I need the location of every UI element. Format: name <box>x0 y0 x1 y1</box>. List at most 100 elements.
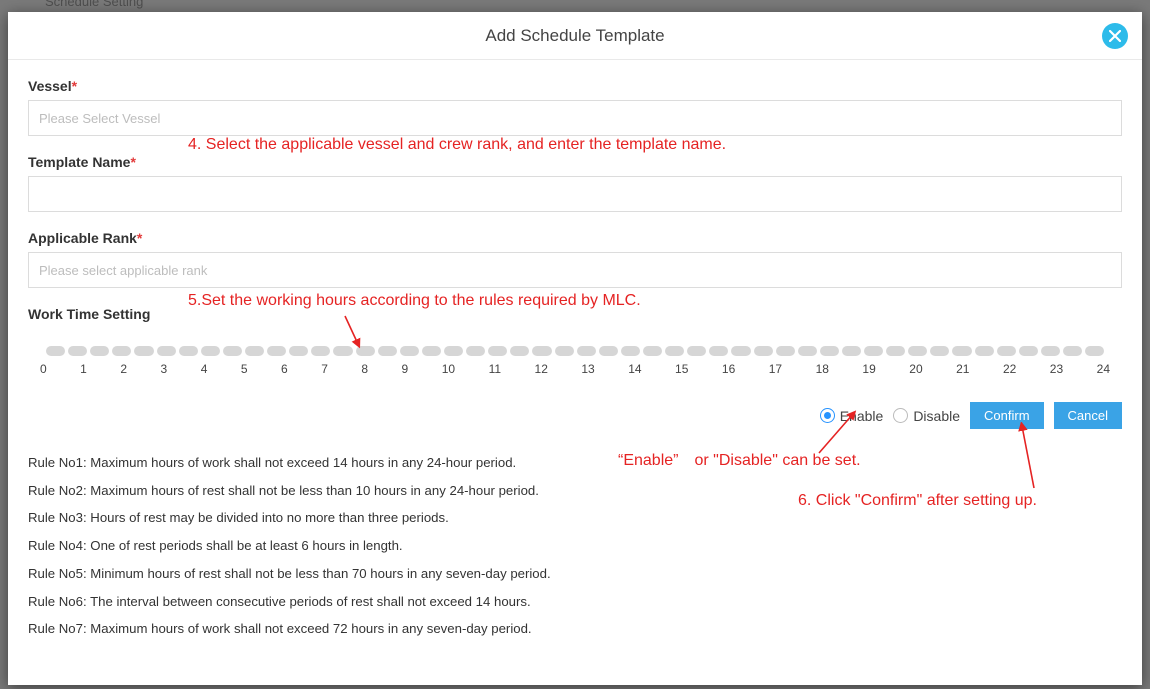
close-icon <box>1109 30 1121 42</box>
timeline-segment[interactable] <box>444 346 463 356</box>
timeline-segment[interactable] <box>731 346 750 356</box>
timeline-tick: 3 <box>161 362 168 376</box>
timeline-segment[interactable] <box>134 346 153 356</box>
required-asterisk: * <box>72 78 77 94</box>
timeline-segment[interactable] <box>599 346 618 356</box>
timeline-segment[interactable] <box>577 346 596 356</box>
timeline-segment[interactable] <box>1085 346 1104 356</box>
timeline-segment[interactable] <box>864 346 883 356</box>
timeline-segment[interactable] <box>356 346 375 356</box>
timeline-segment[interactable] <box>333 346 352 356</box>
applicable-rank-label-text: Applicable Rank <box>28 230 137 246</box>
timeline-segment[interactable] <box>687 346 706 356</box>
work-time-setting-label: Work Time Setting <box>28 306 150 322</box>
enable-radio[interactable]: Enable <box>820 408 884 424</box>
timeline-segment[interactable] <box>1041 346 1060 356</box>
modal-header: Add Schedule Template <box>8 12 1142 60</box>
timeline-track[interactable] <box>28 346 1122 356</box>
timeline-segment[interactable] <box>532 346 551 356</box>
timeline-segment[interactable] <box>400 346 419 356</box>
timeline-segment[interactable] <box>776 346 795 356</box>
timeline-tick: 23 <box>1050 362 1063 376</box>
timeline-tick: 20 <box>909 362 922 376</box>
timeline-segment[interactable] <box>1063 346 1082 356</box>
template-name-label: Template Name* <box>28 154 136 170</box>
mlc-rules-list: Rule No1: Maximum hours of work shall no… <box>28 449 1122 643</box>
timeline-tick: 10 <box>442 362 455 376</box>
timeline-tick: 12 <box>535 362 548 376</box>
timeline-segment[interactable] <box>201 346 220 356</box>
radio-icon <box>893 408 908 423</box>
timeline-segment[interactable] <box>665 346 684 356</box>
annotation-step4: 4. Select the applicable vessel and crew… <box>188 136 726 154</box>
timeline-segment[interactable] <box>952 346 971 356</box>
applicable-rank-field: Applicable Rank* Please select applicabl… <box>28 230 1122 288</box>
timeline-segment[interactable] <box>90 346 109 356</box>
timeline-segment[interactable] <box>267 346 286 356</box>
applicable-rank-select[interactable]: Please select applicable rank <box>28 252 1122 288</box>
timeline-segment[interactable] <box>510 346 529 356</box>
timeline-tick: 19 <box>862 362 875 376</box>
vessel-select[interactable]: Please Select Vessel <box>28 100 1122 136</box>
timeline-segment[interactable] <box>112 346 131 356</box>
timeline-segment[interactable] <box>157 346 176 356</box>
timeline-tick: 22 <box>1003 362 1016 376</box>
rule-item: Rule No3: Hours of rest may be divided i… <box>28 504 1122 532</box>
disable-radio[interactable]: Disable <box>893 408 960 424</box>
timeline-segment[interactable] <box>886 346 905 356</box>
modal-body: Vessel* Please Select Vessel Template Na… <box>8 60 1142 685</box>
timeline-tick: 9 <box>402 362 409 376</box>
timeline-tick: 13 <box>581 362 594 376</box>
timeline-segment[interactable] <box>311 346 330 356</box>
timeline-segment[interactable] <box>997 346 1016 356</box>
timeline-segment[interactable] <box>798 346 817 356</box>
timeline-segment[interactable] <box>975 346 994 356</box>
confirm-button[interactable]: Confirm <box>970 402 1044 429</box>
required-asterisk: * <box>137 230 142 246</box>
timeline-segment[interactable] <box>223 346 242 356</box>
timeline-segment[interactable] <box>555 346 574 356</box>
timeline-segment[interactable] <box>488 346 507 356</box>
timeline-tick: 21 <box>956 362 969 376</box>
timeline-tick: 5 <box>241 362 248 376</box>
vessel-field: Vessel* Please Select Vessel <box>28 78 1122 136</box>
timeline-segment[interactable] <box>842 346 861 356</box>
timeline-segment[interactable] <box>466 346 485 356</box>
timeline-segment[interactable] <box>289 346 308 356</box>
radio-icon <box>820 408 835 423</box>
vessel-placeholder: Please Select Vessel <box>39 111 160 126</box>
enable-radio-label: Enable <box>840 408 884 424</box>
close-button[interactable] <box>1102 23 1128 49</box>
template-name-label-text: Template Name <box>28 154 130 170</box>
timeline-tick: 7 <box>321 362 328 376</box>
timeline-tick: 4 <box>201 362 208 376</box>
rule-item: Rule No5: Minimum hours of rest shall no… <box>28 560 1122 588</box>
work-time-setting-section: Work Time Setting 0123456789101112131415… <box>28 306 1122 376</box>
timeline-segment[interactable] <box>245 346 264 356</box>
template-name-field: Template Name* <box>28 154 1122 212</box>
timeline-segment[interactable] <box>378 346 397 356</box>
add-schedule-template-modal: Add Schedule Template Vessel* Please Sel… <box>8 12 1142 685</box>
timeline-segment[interactable] <box>820 346 839 356</box>
timeline-segment[interactable] <box>422 346 441 356</box>
timeline-tick: 14 <box>628 362 641 376</box>
disable-radio-label: Disable <box>913 408 960 424</box>
timeline-segment[interactable] <box>643 346 662 356</box>
timeline-segment[interactable] <box>908 346 927 356</box>
timeline-tick: 1 <box>80 362 87 376</box>
timeline-segment[interactable] <box>930 346 949 356</box>
timeline-tick: 8 <box>361 362 368 376</box>
timeline-segment[interactable] <box>709 346 728 356</box>
rule-item: Rule No1: Maximum hours of work shall no… <box>28 449 1122 477</box>
timeline-segment[interactable] <box>754 346 773 356</box>
rule-item: Rule No2: Maximum hours of rest shall no… <box>28 477 1122 505</box>
vessel-label: Vessel* <box>28 78 77 94</box>
timeline-tick: 11 <box>489 362 501 376</box>
timeline-segment[interactable] <box>46 346 65 356</box>
timeline-segment[interactable] <box>179 346 198 356</box>
template-name-input[interactable] <box>28 176 1122 212</box>
timeline-segment[interactable] <box>621 346 640 356</box>
cancel-button[interactable]: Cancel <box>1054 402 1122 429</box>
timeline-segment[interactable] <box>1019 346 1038 356</box>
timeline-segment[interactable] <box>68 346 87 356</box>
